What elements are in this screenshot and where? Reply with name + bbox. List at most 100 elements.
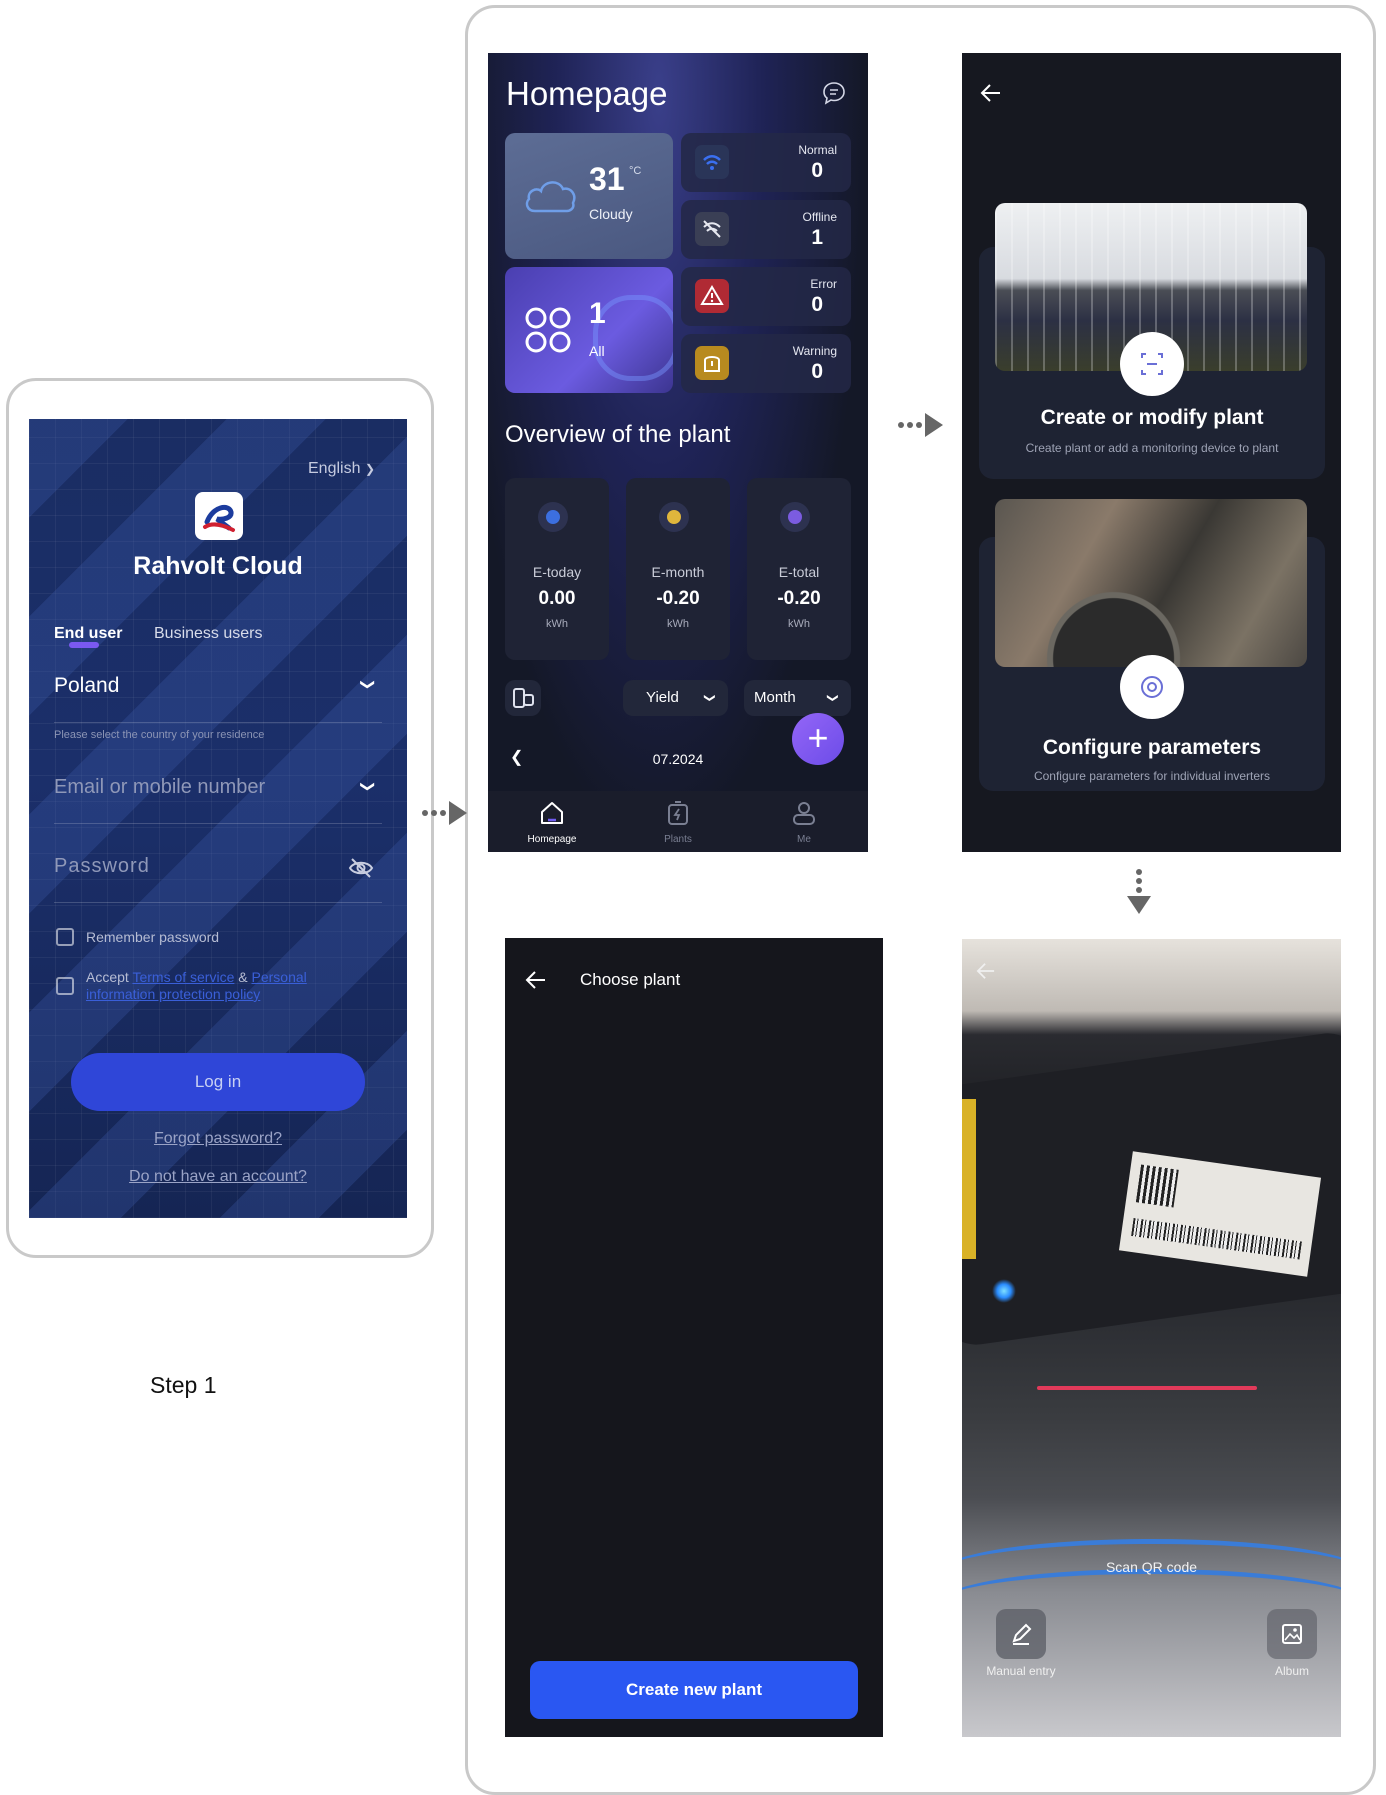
choose-plant-screen: Choose plant Create new plant [505, 938, 883, 1737]
remember-label: Remember password [86, 929, 220, 945]
forgot-password-link[interactable]: Forgot password? [29, 1130, 407, 1148]
create-plant-title: Create or modify plant [1040, 406, 1264, 429]
choose-plant-title: Choose plant [580, 970, 681, 989]
language-label: English [308, 460, 361, 477]
back-arrow-icon[interactable] [980, 83, 1002, 103]
privacy-link-cont[interactable]: information protection policy [86, 986, 260, 1002]
wifi-off-icon [695, 212, 729, 246]
back-arrow-icon[interactable] [525, 970, 547, 990]
chevron-down-icon: ❯ [364, 462, 375, 476]
stat-label: Offline [802, 210, 837, 224]
alert-icon [695, 279, 729, 313]
eye-off-icon[interactable] [348, 857, 374, 879]
plus-icon: + [807, 717, 829, 758]
country-select[interactable]: Poland ❯ [54, 674, 382, 704]
configure-parameters-card[interactable]: Configure parameters Configure parameter… [979, 499, 1325, 791]
overview-card-month: E-month -0.20 kWh [626, 478, 730, 660]
nav-label: Plants [664, 834, 692, 845]
tab-end-user[interactable]: End user [54, 625, 122, 643]
remember-checkbox[interactable] [56, 928, 74, 946]
email-placeholder: Email or mobile number [54, 776, 266, 798]
chevron-down-icon: ❯ [360, 678, 377, 691]
stat-label: Warning [792, 344, 837, 358]
manual-entry-button[interactable] [996, 1609, 1046, 1659]
message-icon[interactable] [822, 81, 846, 105]
period-select[interactable]: Month ❯ [744, 680, 851, 716]
privacy-link[interactable]: Personal [252, 969, 307, 985]
home-screen: Homepage 31 °C Cloudy 1 All Normal 0 Off… [488, 53, 868, 852]
all-plants-card[interactable]: 1 All [505, 267, 673, 393]
app-logo [195, 492, 243, 540]
overview-label: E-today [532, 564, 582, 580]
tab-active-indicator [69, 642, 99, 648]
overview-label: E-total [778, 564, 820, 580]
back-arrow-icon[interactable] [976, 962, 996, 980]
energy-icon [780, 502, 810, 532]
nav-me[interactable]: Me [764, 791, 844, 852]
add-button[interactable]: + [792, 713, 844, 765]
create-plant-subtitle: Create plant or add a monitoring device … [1025, 441, 1279, 455]
stat-value: 0 [811, 360, 823, 383]
configure-parameters-title: Configure parameters [1042, 736, 1262, 759]
step-label: Step 1 [150, 1372, 217, 1398]
overview-value: -0.20 [656, 588, 700, 609]
tab-business-users[interactable]: Business users [154, 625, 263, 643]
overview-label: E-month [651, 564, 705, 580]
settings-icon [1120, 655, 1184, 719]
nav-plants[interactable]: Plants [638, 791, 718, 852]
device-toggle-button[interactable] [505, 680, 541, 716]
arrow-right-icon [898, 413, 943, 437]
overview-unit: kWh [667, 618, 689, 630]
password-field[interactable]: Password [54, 855, 382, 885]
weather-condition: Cloudy [589, 206, 633, 222]
stat-error[interactable]: Error 0 [681, 267, 851, 326]
energy-icon [659, 502, 689, 532]
app-name: Rahvolt Cloud [133, 552, 303, 580]
language-selector[interactable]: English ❯ [308, 460, 375, 478]
stat-offline[interactable]: Offline 1 [681, 200, 851, 259]
temperature-unit: °C [629, 165, 642, 177]
country-value: Poland [54, 674, 120, 697]
ampersand: & [238, 969, 248, 985]
bottom-nav: Homepage Plants Me [488, 791, 868, 852]
scan-icon [1120, 332, 1184, 396]
overview-title: Overview of the plant [505, 421, 731, 448]
chevron-down-icon: ❯ [703, 693, 716, 703]
pencil-icon [1012, 1623, 1032, 1645]
create-new-plant-button[interactable]: Create new plant [530, 1661, 858, 1719]
period-select-value: Month [754, 689, 796, 706]
stat-warning[interactable]: Warning 0 [681, 334, 851, 393]
nav-home[interactable]: Homepage [512, 791, 592, 852]
login-screen: English ❯ Rahvolt Cloud End user Busines… [29, 419, 407, 1218]
plant-options-screen: Create or modify plant Create plant or a… [962, 53, 1341, 852]
overview-card-today: E-today 0.00 kWh [505, 478, 609, 660]
accept-checkbox[interactable] [56, 977, 74, 995]
all-count: 1 [589, 297, 606, 330]
create-new-plant-label: Create new plant [625, 1680, 763, 1699]
energy-icon [538, 502, 568, 532]
chevron-down-icon: ❯ [826, 693, 839, 703]
login-button[interactable]: Log in [71, 1053, 365, 1111]
page-title: Homepage [506, 75, 668, 112]
stat-normal[interactable]: Normal 0 [681, 133, 851, 192]
terms-link[interactable]: Terms of service [132, 969, 234, 985]
gear-machinery-image [995, 499, 1307, 667]
manual-entry-label: Manual entry [986, 1664, 1056, 1678]
cloud-icon [525, 181, 576, 213]
accept-text: Accept Terms of service & Personal infor… [86, 969, 356, 1003]
chevron-down-icon: ❯ [360, 780, 377, 793]
create-plant-card[interactable]: Create or modify plant Create plant or a… [979, 203, 1325, 479]
home-icon [541, 802, 563, 824]
yield-select[interactable]: Yield ❯ [623, 680, 728, 716]
album-button[interactable] [1267, 1609, 1317, 1659]
warning-icon [695, 346, 729, 380]
no-account-link[interactable]: Do not have an account? [29, 1168, 407, 1186]
overview-unit: kWh [788, 618, 810, 630]
overview-card-total: E-total -0.20 kWh [747, 478, 851, 660]
login-button-label: Log in [194, 1072, 242, 1091]
album-label: Album [1274, 1664, 1309, 1678]
arrow-down-icon [1127, 869, 1151, 914]
email-field[interactable]: Email or mobile number ❯ [54, 776, 382, 806]
stat-label: Normal [798, 143, 837, 157]
weather-card: 31 °C Cloudy [505, 133, 673, 259]
